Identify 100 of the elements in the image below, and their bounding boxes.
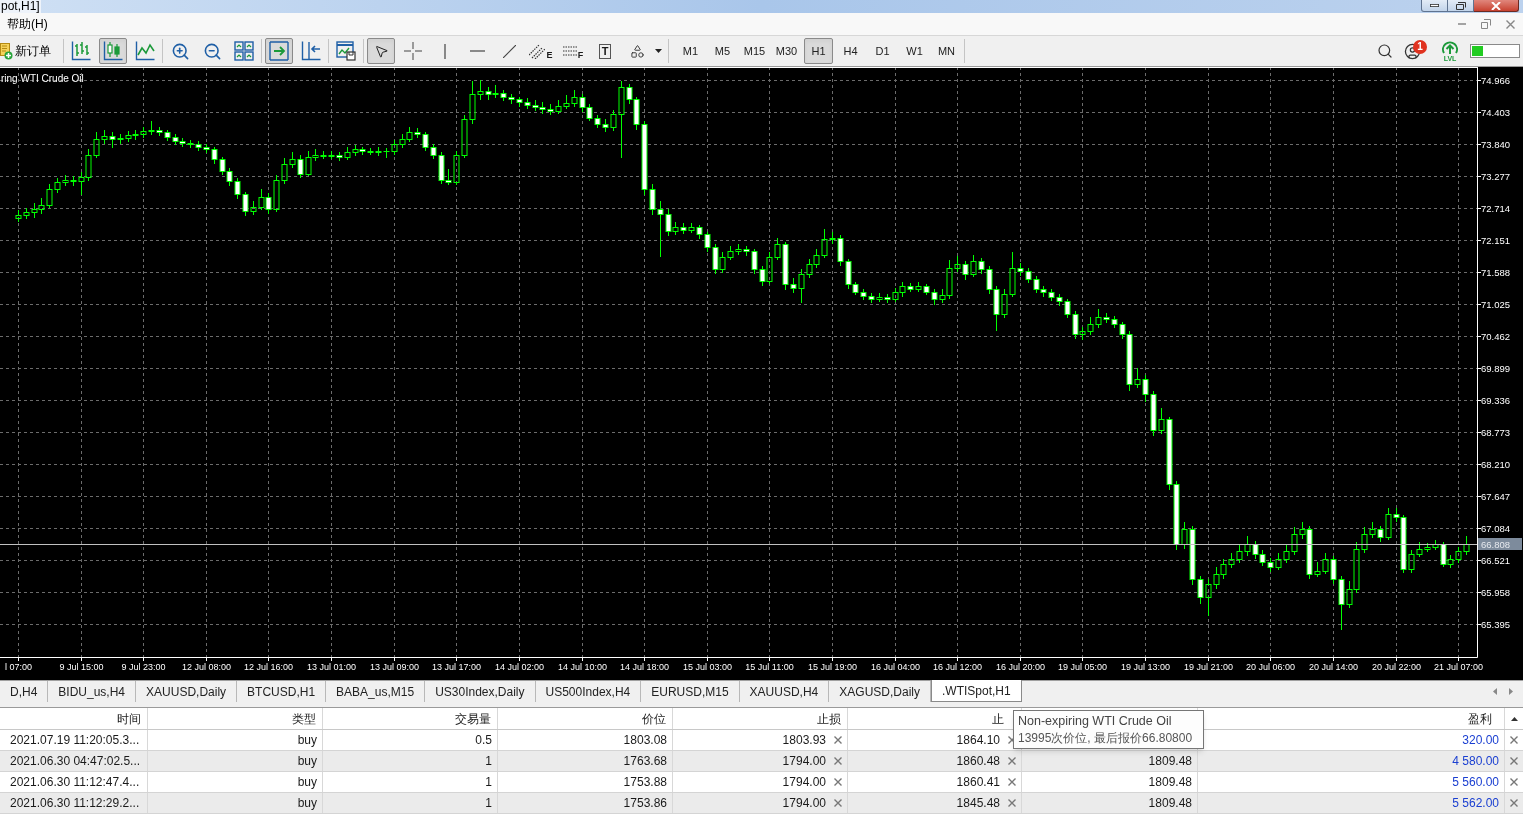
timeframe-button[interactable]: W1 [900,38,929,64]
cursor-button[interactable] [367,38,395,64]
table-cell-text: 0.5 [475,732,492,749]
timeframe-button[interactable]: M30 [772,38,801,64]
time-axis-label: 15 Jul 19:00 [808,662,857,672]
price-axis-label: 67.084 [1481,522,1511,534]
close-icon [1491,1,1501,10]
new-order-button[interactable]: 新订单 [0,38,54,64]
close-icon[interactable] [1510,736,1518,744]
table-cell-text: 1753.86 [623,795,667,812]
column-header[interactable]: 时间 [117,709,141,728]
column-header[interactable]: 盈利 [1468,709,1492,728]
timeframe-button[interactable]: M5 [708,38,737,64]
table-cell-text: 320.00 [1462,732,1499,749]
timeframe-button[interactable]: MN [932,38,961,64]
table-cell-text: 1809.48 [1148,795,1192,812]
time-axis-label: 15 Jul 03:00 [683,662,732,672]
time-axis-label: 14 Jul 18:00 [620,662,669,672]
auto-scroll-button[interactable] [265,38,293,64]
menu-item[interactable]: 帮助(H) [0,14,55,34]
close-icon[interactable] [1510,778,1518,786]
minimize-button[interactable] [1421,0,1448,12]
table-cell-text: 5 562.00 [1452,795,1499,812]
table-cell-text: 1803.93 [782,732,826,749]
time-axis-label: 16 Jul 04:00 [871,662,920,672]
minimize-icon [1430,4,1439,7]
chart-tab[interactable]: .WTISpot,H1 [931,680,1022,702]
price-axis-label: 68.773 [1481,426,1511,438]
table-cell-text: 1809.48 [1148,774,1192,791]
close-icon[interactable] [834,778,842,786]
scroll-right-icon[interactable] [1509,688,1513,695]
table-cell-text: buy [297,774,317,791]
table-cell-text: 1864.10 [956,732,1000,749]
chart-shift-icon [301,41,321,61]
tooltip-text: 13995次价位, 最后报价66.80800 [1018,730,1194,746]
column-header[interactable]: 价位 [642,709,666,728]
time-axis-label: 19 Jul 13:00 [1121,662,1170,672]
time-axis-label: 12 Jul 16:00 [244,662,293,672]
column-header[interactable]: 止 [992,709,1004,728]
close-icon[interactable] [1008,799,1016,807]
table-cell-text: 4 580.00 [1452,753,1499,770]
close-icon[interactable] [1510,757,1518,765]
table-cell-text: 2021.06.30 11:12:47.4... [10,774,140,791]
text-label-button[interactable]: T [591,38,619,64]
time-axis-label: 19 Jul 21:00 [1184,662,1233,672]
time-axis-label: 14 Jul 10:00 [558,662,607,672]
candlestick-chart-button[interactable] [99,38,127,64]
new-order-icon [0,42,13,60]
close-button[interactable] [1474,0,1519,12]
column-header[interactable]: 类型 [292,709,316,728]
time-axis-label: 19 Jul 05:00 [1058,662,1107,672]
notification-badge: 1 [1413,40,1427,54]
column-header[interactable]: 止损 [817,709,841,728]
time-axis-label: 15 Jul 11:00 [745,662,794,672]
close-icon[interactable] [1008,757,1016,765]
time-axis-label: 14 Jul 02:00 [495,662,544,672]
close-icon[interactable] [1510,799,1518,807]
timeframe-button[interactable]: H1 [804,38,833,64]
table-cell-text: 5 560.00 [1452,774,1499,791]
time-axis-label: 9 Jul 23:00 [121,662,166,672]
close-icon[interactable] [834,736,842,744]
line-chart-icon [135,41,155,61]
table-row[interactable]: 2021.06.30 04:47:02.5... buy 1 1763.68 1794.00 1860.48 1809.48 4 580.00 [0,751,1523,772]
table-row[interactable]: 2021.06.30 11:12:47.4... buy 1 1753.88 1794.00 1860.41 1809.48 5 560.00 [0,772,1523,793]
sort-arrow-icon[interactable] [1510,716,1518,721]
time-axis-label: l 07:00 [5,662,32,672]
timeframe-button[interactable]: H4 [836,38,865,64]
account-button[interactable]: 1 [1404,39,1430,63]
caret-icon[interactable] [655,49,662,53]
chart-window-icon [336,41,356,61]
timeframe-button[interactable]: M1 [676,38,705,64]
time-axis-label: 20 Jul 06:00 [1246,662,1295,672]
table-cell-text: 1794.00 [782,753,826,770]
table-cell-text: 2021.06.30 04:47:02.5... [10,753,141,770]
time-axis-label: 16 Jul 20:00 [996,662,1045,672]
table-cell-text: 1809.48 [1148,753,1192,770]
zoom-in-icon [170,41,190,61]
table-row[interactable]: 2021.06.30 11:12:29.2... buy 1 1753.86 1794.00 1845.48 1809.48 5 562.00 [0,793,1523,814]
price-axis-label: 68.210 [1481,458,1511,470]
close-icon [1505,19,1515,29]
close-icon[interactable] [834,757,842,765]
close-icon[interactable] [834,799,842,807]
close-icon[interactable] [1008,736,1016,744]
close-icon[interactable] [1008,778,1016,786]
column-header[interactable]: 交易量 [455,709,491,728]
scroll-left-icon[interactable] [1493,688,1497,695]
levels-button[interactable]: F [559,38,587,64]
time-axis-label: 20 Jul 14:00 [1309,662,1358,672]
table-cell-text: 2021.07.19 11:20:05.3... [10,732,140,749]
restore-button[interactable] [1448,0,1474,12]
price-axis-label: 72.151 [1481,234,1511,246]
price-axis-label: 65.395 [1481,618,1511,630]
timeframe-button[interactable]: M15 [740,38,769,64]
fibonacci-button[interactable]: E [527,38,555,64]
diagonal-line-icon [502,44,516,58]
timeframe-button[interactable]: D1 [868,38,897,64]
price-axis-label: 69.899 [1481,362,1511,374]
auto-scroll-icon [269,41,289,61]
table-cell-text: 1803.08 [623,732,667,749]
cursor-icon [373,43,389,59]
